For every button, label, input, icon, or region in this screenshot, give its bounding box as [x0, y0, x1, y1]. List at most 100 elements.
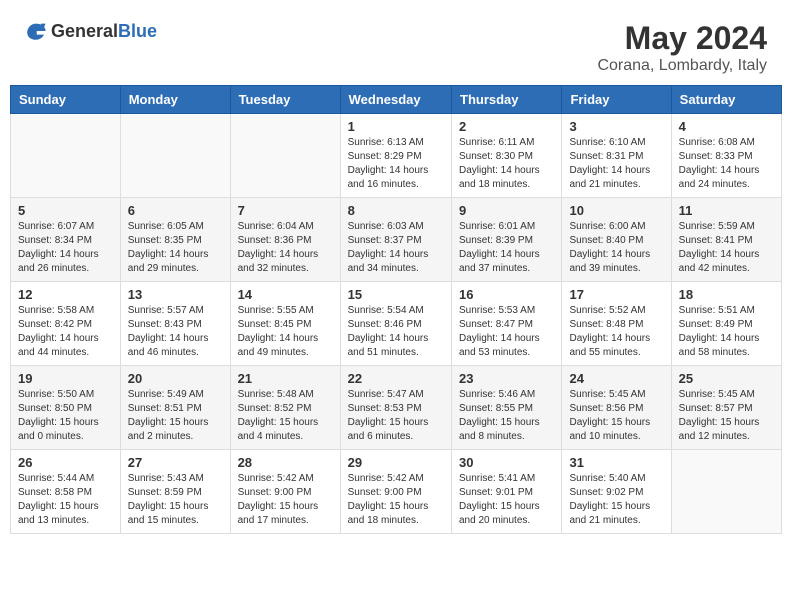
day-number: 7 — [238, 203, 333, 218]
calendar-cell: 9 Sunrise: 6:01 AMSunset: 8:39 PMDaylight… — [452, 198, 562, 282]
day-info: Sunrise: 5:52 AMSunset: 8:48 PMDaylight:… — [569, 305, 650, 358]
day-number: 9 — [459, 203, 554, 218]
title-section: May 2024 Corana, Lombardy, Italy — [597, 20, 767, 75]
day-number: 15 — [348, 287, 444, 302]
calendar-cell: 12 Sunrise: 5:58 AMSunset: 8:42 PMDayligh… — [11, 282, 121, 366]
day-number: 4 — [679, 119, 774, 134]
calendar-cell: 3 Sunrise: 6:10 AMSunset: 8:31 PMDaylight… — [562, 114, 671, 198]
calendar-cell: 13Sunrise: 5:57 AMSunset: 8:43 PMDayligh… — [120, 282, 230, 366]
day-info: Sunrise: 5:45 AMSunset: 8:56 PMDaylight:… — [569, 389, 650, 442]
weekday-header-wednesday: Wednesday — [340, 86, 451, 114]
day-info: Sunrise: 5:50 AMSunset: 8:50 PMDaylight:… — [18, 389, 99, 442]
page-header: GeneralBlue May 2024 Corana, Lombardy, I… — [10, 10, 782, 80]
day-number: 13 — [128, 287, 223, 302]
day-number: 10 — [569, 203, 663, 218]
calendar-cell: 24 Sunrise: 5:45 AMSunset: 8:56 PMDayligh… — [562, 366, 671, 450]
day-info: Sunrise: 5:47 AMSunset: 8:53 PMDaylight:… — [348, 389, 429, 442]
day-info: Sunrise: 6:00 AMSunset: 8:40 PMDaylight:… — [569, 221, 650, 274]
weekday-header-monday: Monday — [120, 86, 230, 114]
day-number: 27 — [128, 455, 223, 470]
day-info: Sunrise: 6:13 AMSunset: 8:29 PMDaylight:… — [348, 137, 429, 190]
calendar-cell: 14 Sunrise: 5:55 AMSunset: 8:45 PMDayligh… — [230, 282, 340, 366]
calendar-cell: 2 Sunrise: 6:11 AMSunset: 8:30 PMDaylight… — [452, 114, 562, 198]
calendar-cell: 19Sunrise: 5:50 AMSunset: 8:50 PMDayligh… — [11, 366, 121, 450]
day-info: Sunrise: 5:58 AMSunset: 8:42 PMDaylight:… — [18, 305, 99, 358]
day-info: Sunrise: 5:40 AMSunset: 9:02 PMDaylight:… — [569, 473, 650, 526]
calendar-cell: 7 Sunrise: 6:04 AMSunset: 8:36 PMDaylight… — [230, 198, 340, 282]
weekday-header-friday: Friday — [562, 86, 671, 114]
calendar-cell: 10 Sunrise: 6:00 AMSunset: 8:40 PMDayligh… — [562, 198, 671, 282]
calendar-cell: 31 Sunrise: 5:40 AMSunset: 9:02 PMDayligh… — [562, 450, 671, 534]
day-info: Sunrise: 5:43 AMSunset: 8:59 PMDaylight:… — [128, 473, 209, 526]
calendar-cell: 16Sunrise: 5:53 AMSunset: 8:47 PMDayligh… — [452, 282, 562, 366]
day-number: 12 — [18, 287, 113, 302]
day-number: 25 — [679, 371, 774, 386]
weekday-header-saturday: Saturday — [671, 86, 781, 114]
logo-blue: Blue — [118, 21, 157, 41]
day-info: Sunrise: 5:42 AMSunset: 9:00 PMDaylight:… — [238, 473, 319, 526]
location-title: Corana, Lombardy, Italy — [597, 57, 767, 75]
day-info: Sunrise: 5:51 AMSunset: 8:49 PMDaylight:… — [679, 305, 760, 358]
day-number: 2 — [459, 119, 554, 134]
day-info: Sunrise: 5:53 AMSunset: 8:47 PMDaylight:… — [459, 305, 540, 358]
month-title: May 2024 — [597, 20, 767, 57]
day-info: Sunrise: 6:07 AMSunset: 8:34 PMDaylight:… — [18, 221, 99, 274]
day-number: 8 — [348, 203, 444, 218]
calendar-cell — [230, 114, 340, 198]
calendar-cell: 25 Sunrise: 5:45 AMSunset: 8:57 PMDayligh… — [671, 366, 781, 450]
day-number: 22 — [348, 371, 444, 386]
calendar-cell: 28 Sunrise: 5:42 AMSunset: 9:00 PMDayligh… — [230, 450, 340, 534]
week-row-5: 26Sunrise: 5:44 AMSunset: 8:58 PMDayligh… — [11, 450, 782, 534]
day-info: Sunrise: 5:48 AMSunset: 8:52 PMDaylight:… — [238, 389, 319, 442]
day-info: Sunrise: 5:46 AMSunset: 8:55 PMDaylight:… — [459, 389, 540, 442]
calendar-cell: 11Sunrise: 5:59 AMSunset: 8:41 PMDayligh… — [671, 198, 781, 282]
calendar-cell: 21 Sunrise: 5:48 AMSunset: 8:52 PMDayligh… — [230, 366, 340, 450]
calendar-cell — [671, 450, 781, 534]
calendar-cell: 20 Sunrise: 5:49 AMSunset: 8:51 PMDayligh… — [120, 366, 230, 450]
day-number: 31 — [569, 455, 663, 470]
weekday-header-thursday: Thursday — [452, 86, 562, 114]
day-info: Sunrise: 5:41 AMSunset: 9:01 PMDaylight:… — [459, 473, 540, 526]
calendar-cell: 27 Sunrise: 5:43 AMSunset: 8:59 PMDayligh… — [120, 450, 230, 534]
calendar-cell: 29Sunrise: 5:42 AMSunset: 9:00 PMDayligh… — [340, 450, 451, 534]
calendar-table: SundayMondayTuesdayWednesdayThursdayFrid… — [10, 85, 782, 534]
day-number: 21 — [238, 371, 333, 386]
day-info: Sunrise: 6:04 AMSunset: 8:36 PMDaylight:… — [238, 221, 319, 274]
day-info: Sunrise: 6:08 AMSunset: 8:33 PMDaylight:… — [679, 137, 760, 190]
calendar-cell: 26Sunrise: 5:44 AMSunset: 8:58 PMDayligh… — [11, 450, 121, 534]
calendar-cell: 6 Sunrise: 6:05 AMSunset: 8:35 PMDaylight… — [120, 198, 230, 282]
day-info: Sunrise: 6:03 AMSunset: 8:37 PMDaylight:… — [348, 221, 429, 274]
calendar-cell: 15 Sunrise: 5:54 AMSunset: 8:46 PMDayligh… — [340, 282, 451, 366]
calendar-cell: 30 Sunrise: 5:41 AMSunset: 9:01 PMDayligh… — [452, 450, 562, 534]
day-info: Sunrise: 5:49 AMSunset: 8:51 PMDaylight:… — [128, 389, 209, 442]
day-info: Sunrise: 5:45 AMSunset: 8:57 PMDaylight:… — [679, 389, 760, 442]
calendar-cell: 4 Sunrise: 6:08 AMSunset: 8:33 PMDaylight… — [671, 114, 781, 198]
day-number: 14 — [238, 287, 333, 302]
weekday-header-row: SundayMondayTuesdayWednesdayThursdayFrid… — [11, 86, 782, 114]
calendar-cell — [120, 114, 230, 198]
logo: GeneralBlue — [25, 20, 157, 42]
day-info: Sunrise: 6:05 AMSunset: 8:35 PMDaylight:… — [128, 221, 209, 274]
day-number: 3 — [569, 119, 663, 134]
day-info: Sunrise: 6:10 AMSunset: 8:31 PMDaylight:… — [569, 137, 650, 190]
day-info: Sunrise: 5:54 AMSunset: 8:46 PMDaylight:… — [348, 305, 429, 358]
day-number: 23 — [459, 371, 554, 386]
calendar-cell: 18 Sunrise: 5:51 AMSunset: 8:49 PMDayligh… — [671, 282, 781, 366]
logo-general: General — [51, 21, 118, 41]
day-info: Sunrise: 5:42 AMSunset: 9:00 PMDaylight:… — [348, 473, 429, 526]
day-info: Sunrise: 5:55 AMSunset: 8:45 PMDaylight:… — [238, 305, 319, 358]
calendar-cell: 23 Sunrise: 5:46 AMSunset: 8:55 PMDayligh… — [452, 366, 562, 450]
day-number: 30 — [459, 455, 554, 470]
day-number: 28 — [238, 455, 333, 470]
calendar-cell: 22 Sunrise: 5:47 AMSunset: 8:53 PMDayligh… — [340, 366, 451, 450]
day-number: 17 — [569, 287, 663, 302]
day-number: 20 — [128, 371, 223, 386]
weekday-header-sunday: Sunday — [11, 86, 121, 114]
calendar-cell: 17 Sunrise: 5:52 AMSunset: 8:48 PMDayligh… — [562, 282, 671, 366]
day-number: 6 — [128, 203, 223, 218]
day-number: 18 — [679, 287, 774, 302]
day-number: 24 — [569, 371, 663, 386]
day-info: Sunrise: 6:11 AMSunset: 8:30 PMDaylight:… — [459, 137, 540, 190]
week-row-4: 19Sunrise: 5:50 AMSunset: 8:50 PMDayligh… — [11, 366, 782, 450]
day-info: Sunrise: 6:01 AMSunset: 8:39 PMDaylight:… — [459, 221, 540, 274]
